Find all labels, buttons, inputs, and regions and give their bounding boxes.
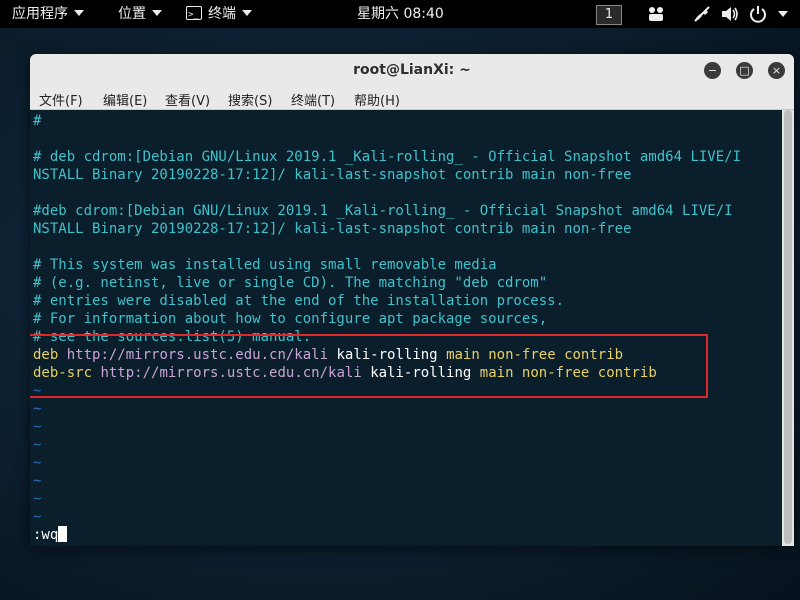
scrollbar[interactable] <box>782 110 794 546</box>
chevron-down-icon <box>152 10 162 16</box>
applications-label: 应用程序 <box>12 6 68 22</box>
empty-line-marker: ~ <box>33 455 42 471</box>
maximize-button[interactable]: □ <box>736 62 753 79</box>
power-icon[interactable] <box>748 4 768 24</box>
menu-edit[interactable]: 编辑(E) <box>103 90 147 109</box>
chevron-down-icon <box>242 10 252 16</box>
terminal-line: # <box>33 113 42 129</box>
text-cursor <box>58 526 68 542</box>
menu-terminal[interactable]: 终端(T) <box>291 90 335 109</box>
chevron-down-icon[interactable] <box>778 11 788 17</box>
terminal-app-label: 终端 <box>208 6 236 22</box>
empty-line-marker: ~ <box>33 491 42 507</box>
network-off-icon[interactable] <box>692 4 712 24</box>
terminal-line: # This system was installed using small … <box>33 257 497 273</box>
menu-file[interactable]: 文件(F) <box>39 90 83 109</box>
command-text: :wq <box>33 527 59 543</box>
accessibility-icon[interactable] <box>646 4 666 24</box>
terminal-line: NSTALL Binary 20190228-17:12]/ kali-last… <box>33 221 632 237</box>
terminal-line: NSTALL Binary 20190228-17:12]/ kali-last… <box>33 167 632 183</box>
empty-line-marker: ~ <box>33 473 42 489</box>
terminal-line: # deb cdrom:[Debian GNU/Linux 2019.1 _Ka… <box>33 149 742 165</box>
terminal-line: # (e.g. netinst, live or single CD). The… <box>33 275 548 291</box>
menu-help[interactable]: 帮助(H) <box>354 90 400 109</box>
empty-line-marker: ~ <box>33 401 42 417</box>
menu-search[interactable]: 搜索(S) <box>228 90 272 109</box>
minimize-button[interactable]: − <box>704 62 721 79</box>
workspace-indicator[interactable]: 1 <box>596 0 622 28</box>
clock[interactable]: 星期六 08:40 <box>357 0 444 28</box>
terminal-app-menu[interactable]: 终端 <box>186 0 252 29</box>
close-button[interactable]: × <box>768 62 785 79</box>
window-title: root@LianXi: ~ <box>353 62 471 78</box>
places-label: 位置 <box>118 6 146 22</box>
terminal-line: #deb cdrom:[Debian GNU/Linux 2019.1 _Kal… <box>33 203 733 219</box>
empty-line-marker: ~ <box>33 419 42 435</box>
menu-bar: 文件(F) 编辑(E) 查看(V) 搜索(S) 终端(T) 帮助(H) <box>30 86 794 110</box>
terminal-content[interactable]: # # deb cdrom:[Debian GNU/Linux 2019.1 _… <box>30 110 782 546</box>
menu-view[interactable]: 查看(V) <box>165 90 210 109</box>
applications-menu[interactable]: 应用程序 <box>12 0 84 28</box>
empty-line-marker: ~ <box>33 437 42 453</box>
terminal-window: root@LianXi: ~ − □ × 文件(F) 编辑(E) 查看(V) 搜… <box>30 54 794 546</box>
places-menu[interactable]: 位置 <box>118 0 162 28</box>
chevron-down-icon <box>74 10 84 16</box>
terminal-line: # entries were disabled at the end of th… <box>33 293 565 309</box>
highlight-box <box>30 334 708 398</box>
top-panel: 应用程序 位置 终端 星期六 08:40 1 <box>0 0 800 29</box>
window-titlebar[interactable]: root@LianXi: ~ <box>30 54 794 86</box>
command-line[interactable]: :wq <box>33 526 68 544</box>
volume-icon[interactable] <box>720 4 740 24</box>
terminal-icon <box>186 1 202 29</box>
scrollbar-thumb[interactable] <box>784 110 792 544</box>
empty-line-marker: ~ <box>33 509 42 525</box>
workspace-number: 1 <box>596 5 622 25</box>
terminal-line: # For information about how to configure… <box>33 311 548 327</box>
